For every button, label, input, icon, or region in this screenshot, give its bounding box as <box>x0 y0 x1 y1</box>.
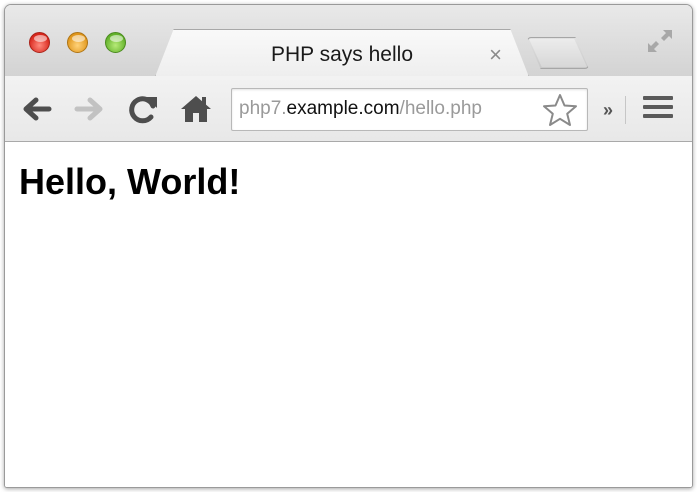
forward-arrow-icon[interactable] <box>73 94 107 124</box>
browser-window: PHP says hello × php7.example.com/hello.… <box>4 4 693 488</box>
reload-icon[interactable] <box>127 94 161 124</box>
url-subdomain: php7. <box>239 98 287 119</box>
tab-active[interactable]: PHP says hello × <box>155 29 529 77</box>
close-window-button[interactable] <box>29 32 50 53</box>
title-bar: PHP says hello × <box>5 5 692 77</box>
url-text: php7.example.com/hello.php <box>239 98 482 120</box>
url-host: example.com <box>286 98 400 119</box>
hamburger-menu-icon[interactable] <box>643 96 673 122</box>
toolbar: php7.example.com/hello.php » <box>5 76 692 142</box>
page-heading: Hello, World! <box>19 161 241 202</box>
tab-close-icon[interactable]: × <box>489 42 502 68</box>
minimize-window-button[interactable] <box>67 32 88 53</box>
zoom-window-button[interactable] <box>105 32 126 53</box>
new-tab-button-face <box>529 39 587 67</box>
star-icon[interactable] <box>542 93 578 127</box>
extensions-overflow-button[interactable]: » <box>603 100 613 121</box>
home-icon[interactable] <box>179 94 213 124</box>
toolbar-divider <box>625 96 626 124</box>
page-content: Hello, World! <box>5 143 692 487</box>
fullscreen-arrows-icon[interactable] <box>645 27 675 55</box>
back-arrow-icon[interactable] <box>19 94 53 124</box>
address-bar[interactable]: php7.example.com/hello.php <box>231 88 588 131</box>
url-path: /hello.php <box>399 98 482 119</box>
tab-title: PHP says hello <box>270 43 414 66</box>
